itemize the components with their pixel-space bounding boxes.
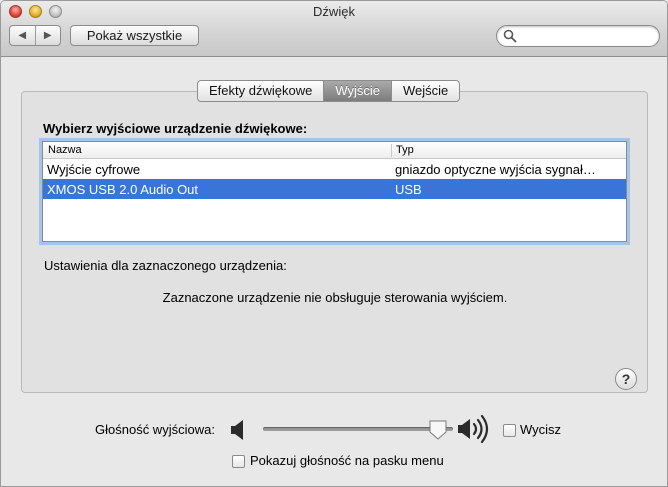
show-volume-in-menu-checkbox[interactable]	[232, 455, 245, 468]
unsupported-message: Zaznaczone urządzenie nie obsługuje ster…	[162, 290, 508, 305]
sound-preferences-window: Dźwięk ◀ ▶ Pokaż wszystkie Efekty dźwięk…	[0, 0, 668, 487]
window-title: Dźwięk	[313, 4, 355, 19]
device-settings-label: Ustawienia dla zaznaczonego urządzenia:	[44, 258, 287, 273]
back-button[interactable]: ◀	[10, 26, 35, 45]
slider-thumb[interactable]	[429, 420, 447, 440]
tab-output[interactable]: Wyjście	[323, 81, 391, 101]
search-icon	[503, 29, 517, 43]
tab-panel	[21, 91, 648, 393]
tab-bar: Efekty dźwiękowe Wyjście Wejście	[197, 80, 461, 102]
column-header-type[interactable]: Typ	[396, 144, 414, 156]
speaker-high-icon	[458, 414, 489, 444]
chevron-left-icon: ◀	[18, 30, 27, 41]
output-device-table[interactable]: Nazwa Typ Wyjście cyfrowe gniazdo optycz…	[42, 141, 627, 242]
table-row[interactable]: Wyjście cyfrowe gniazdo optyczne wyjścia…	[43, 159, 626, 179]
slider-track	[263, 427, 453, 431]
output-volume-label: Głośność wyjściowa:	[95, 422, 215, 437]
table-header: Nazwa Typ	[43, 142, 626, 159]
device-type: USB	[395, 182, 422, 197]
chevron-right-icon: ▶	[43, 30, 52, 41]
title-bar: Dźwięk ◀ ▶ Pokaż wszystkie	[1, 1, 667, 57]
tab-sound-effects[interactable]: Efekty dźwiękowe	[198, 81, 323, 101]
mute-checkbox[interactable]	[503, 424, 516, 437]
column-header-name[interactable]: Nazwa	[48, 144, 82, 156]
show-volume-in-menu-label[interactable]: Pokazuj głośność na pasku menu	[250, 453, 444, 468]
forward-button[interactable]: ▶	[34, 26, 61, 45]
column-divider[interactable]	[391, 144, 392, 157]
help-button[interactable]: ?	[615, 368, 637, 390]
mute-label[interactable]: Wycisz	[520, 422, 561, 437]
show-all-button[interactable]: Pokaż wszystkie	[70, 25, 199, 46]
device-name: XMOS USB 2.0 Audio Out	[47, 182, 199, 197]
history-nav: ◀ ▶	[9, 25, 61, 46]
speaker-low-icon	[231, 420, 243, 440]
output-volume-slider[interactable]	[263, 420, 453, 440]
search-field[interactable]	[496, 25, 660, 47]
device-name: Wyjście cyfrowe	[47, 162, 141, 177]
device-type: gniazdo optyczne wyjścia sygnał…	[395, 162, 596, 177]
tab-input[interactable]: Wejście	[391, 81, 459, 101]
table-row-selected[interactable]: XMOS USB 2.0 Audio Out USB	[43, 179, 626, 199]
output-device-heading: Wybierz wyjściowe urządzenie dźwiękowe:	[43, 121, 308, 136]
